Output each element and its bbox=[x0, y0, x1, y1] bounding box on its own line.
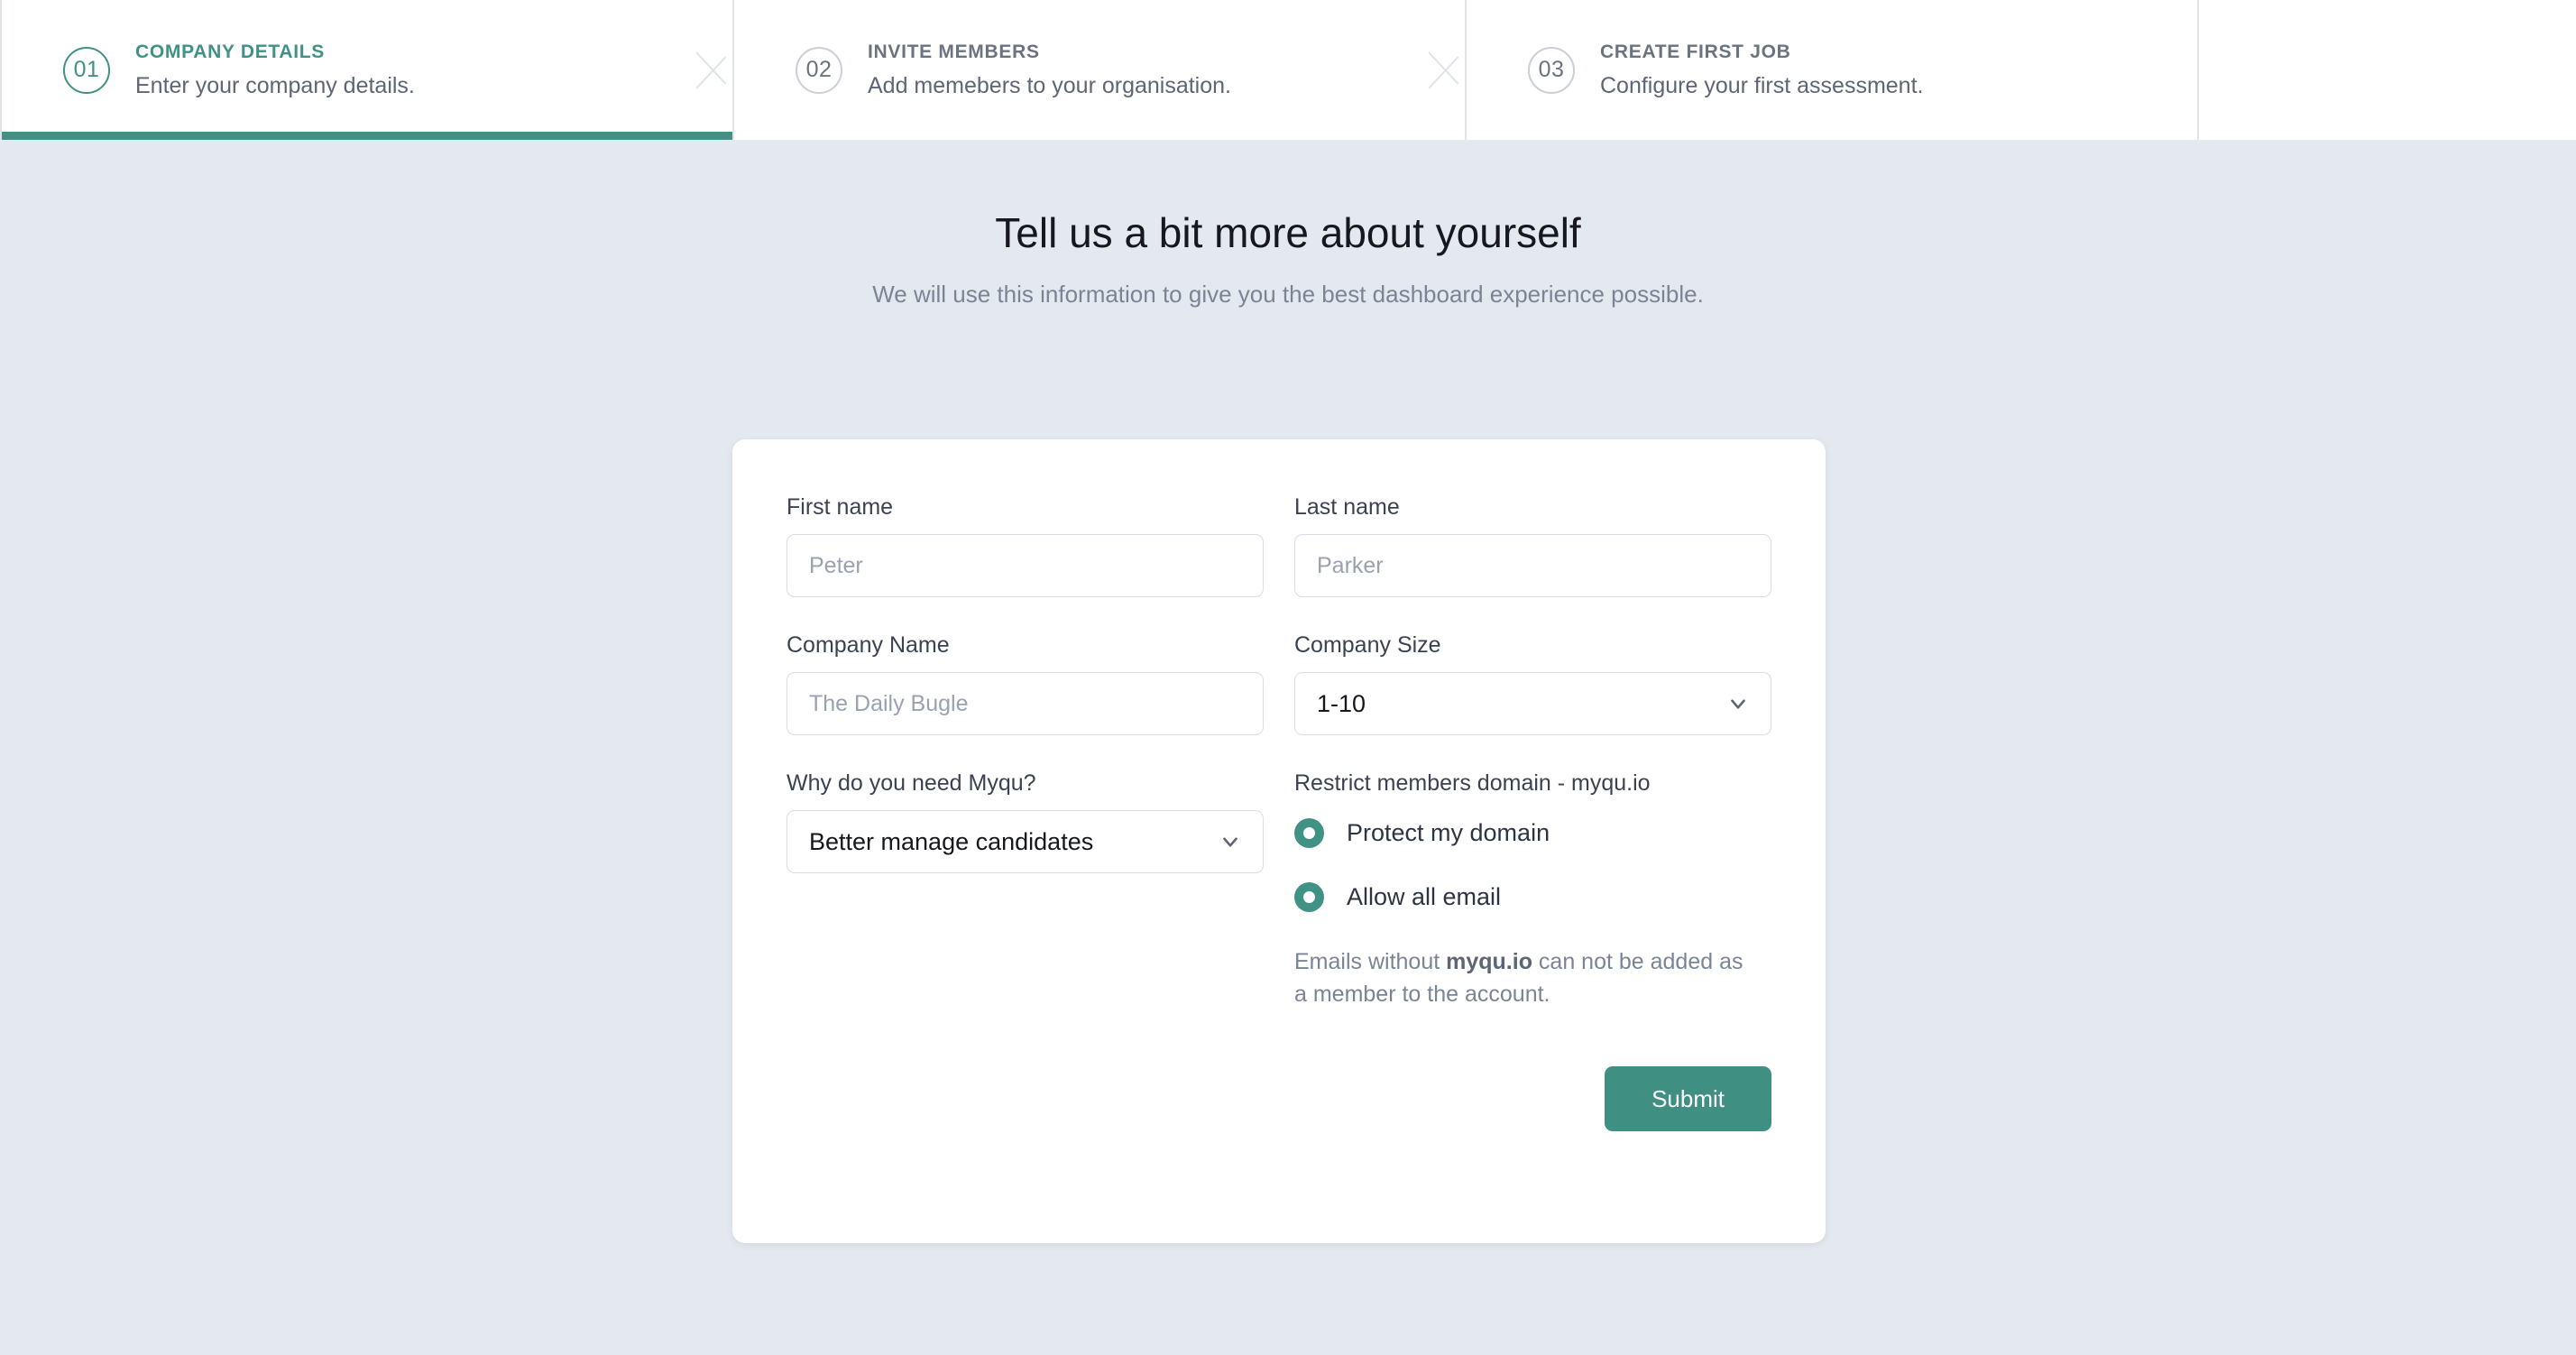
stepper-step-create-first-job[interactable]: 03 CREATE FIRST JOB Configure your first… bbox=[1465, 0, 2197, 140]
stepper-trailing-space bbox=[2197, 0, 2576, 140]
form-row-reason-domain: Why do you need Myqu? Better manage cand… bbox=[787, 770, 1771, 1131]
page-title: Tell us a bit more about yourself bbox=[995, 209, 1581, 256]
radio-inner-dot bbox=[1303, 891, 1315, 903]
radio-selected-icon bbox=[1294, 818, 1324, 848]
radio-protect-my-domain-label: Protect my domain bbox=[1347, 819, 1550, 846]
step-subtitle: Enter your company details. bbox=[135, 73, 415, 99]
step-number: 02 bbox=[805, 57, 833, 82]
form-row-names: First name Last name bbox=[787, 493, 1771, 597]
first-name-input[interactable] bbox=[787, 534, 1264, 597]
helper-prefix: Emails without bbox=[1294, 949, 1447, 974]
company-size-select[interactable]: 1-10 bbox=[1294, 672, 1771, 735]
stepper-step-invite-members[interactable]: 02 INVITE MEMBERS Add memebers to your o… bbox=[732, 0, 1465, 140]
company-name-label: Company Name bbox=[787, 632, 950, 658]
helper-domain-strong: myqu.io bbox=[1446, 949, 1532, 974]
step-number-badge: 03 bbox=[1528, 46, 1575, 94]
main-content: Tell us a bit more about yourself We wil… bbox=[0, 140, 2576, 1355]
step-number-badge: 01 bbox=[63, 46, 110, 94]
step-subtitle: Configure your first assessment. bbox=[1600, 73, 1924, 99]
field-company-name: Company Name bbox=[787, 631, 1264, 735]
step-title: INVITE MEMBERS bbox=[868, 41, 1040, 62]
step-number: 03 bbox=[1538, 57, 1565, 82]
company-name-input[interactable] bbox=[787, 672, 1264, 735]
why-myqu-select[interactable]: Better manage candidates bbox=[787, 810, 1264, 873]
company-size-select-value[interactable]: 1-10 bbox=[1294, 672, 1771, 735]
field-first-name: First name bbox=[787, 493, 1264, 597]
step-subtitle: Add memebers to your organisation. bbox=[868, 73, 1231, 99]
onboarding-stepper: 01 COMPANY DETAILS Enter your company de… bbox=[0, 0, 2576, 140]
form-row-company: Company Name Company Size 1-10 bbox=[787, 631, 1771, 735]
step-active-underline bbox=[2, 132, 732, 140]
step-chevron-separator-icon bbox=[696, 34, 734, 106]
company-size-label: Company Size bbox=[1294, 632, 1441, 658]
page-subtitle: We will use this information to give you… bbox=[872, 280, 1704, 308]
step-number: 01 bbox=[73, 57, 100, 82]
restrict-domain-label: Restrict members domain - myqu.io bbox=[1294, 770, 1651, 796]
step-number-badge: 02 bbox=[796, 46, 842, 94]
last-name-input[interactable] bbox=[1294, 534, 1771, 597]
why-myqu-label: Why do you need Myqu? bbox=[787, 770, 1036, 796]
restrict-domain-radio-group: Protect my domain Allow all email bbox=[1294, 818, 1771, 912]
restrict-domain-helper-text: Emails without myqu.io can not be added … bbox=[1294, 946, 1754, 1010]
why-myqu-select-value[interactable]: Better manage candidates bbox=[787, 810, 1264, 873]
submit-row: Submit bbox=[1294, 1066, 1771, 1131]
radio-allow-all-email[interactable]: Allow all email bbox=[1294, 882, 1771, 912]
step-text-block: INVITE MEMBERS Add memebers to your orga… bbox=[868, 41, 1231, 99]
radio-selected-icon bbox=[1294, 882, 1324, 912]
step-text-block: CREATE FIRST JOB Configure your first as… bbox=[1600, 41, 1923, 99]
company-details-form-card: First name Last name Company Name Compan… bbox=[732, 439, 1826, 1243]
radio-inner-dot bbox=[1303, 827, 1315, 839]
step-title: CREATE FIRST JOB bbox=[1600, 41, 1791, 62]
last-name-label: Last name bbox=[1294, 494, 1400, 520]
field-company-size: Company Size 1-10 bbox=[1294, 631, 1771, 735]
step-text-block: COMPANY DETAILS Enter your company detai… bbox=[135, 41, 415, 99]
radio-protect-my-domain[interactable]: Protect my domain bbox=[1294, 818, 1771, 848]
step-chevron-separator-icon bbox=[1429, 34, 1467, 106]
field-last-name: Last name bbox=[1294, 493, 1771, 597]
submit-button[interactable]: Submit bbox=[1605, 1066, 1771, 1131]
first-name-label: First name bbox=[787, 494, 894, 520]
field-why-myqu: Why do you need Myqu? Better manage cand… bbox=[787, 770, 1264, 1131]
step-title: COMPANY DETAILS bbox=[135, 41, 326, 62]
radio-allow-all-email-label: Allow all email bbox=[1347, 883, 1502, 910]
field-restrict-domain: Restrict members domain - myqu.io Protec… bbox=[1294, 770, 1771, 1131]
stepper-step-company-details[interactable]: 01 COMPANY DETAILS Enter your company de… bbox=[0, 0, 732, 140]
